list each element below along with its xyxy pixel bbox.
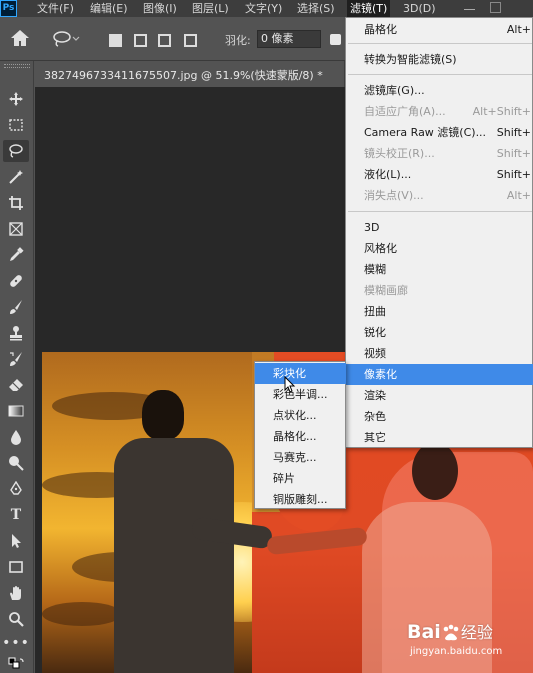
filter-item-sharpen[interactable]: 锐化 bbox=[346, 322, 533, 343]
history-brush-icon[interactable] bbox=[3, 348, 29, 370]
filter-item-pixelate[interactable]: 像素化 bbox=[346, 364, 533, 385]
filter-item-camera-raw[interactable]: Camera Raw 滤镜(C)... Shift+ bbox=[346, 122, 533, 143]
filter-item-stylize[interactable]: 风格化 bbox=[346, 238, 533, 259]
filter-item-liquify[interactable]: 液化(L)... Shift+ bbox=[346, 164, 533, 185]
submenu-item-facet[interactable]: 彩块化 bbox=[255, 363, 346, 384]
feather-input[interactable]: 0 像素 bbox=[257, 30, 321, 48]
filter-item-adaptive-wide-angle[interactable]: 自适应广角(A)... Alt+Shift+ bbox=[346, 101, 533, 122]
frame-tool-icon[interactable] bbox=[3, 218, 29, 240]
hand-tool-icon[interactable] bbox=[3, 582, 29, 604]
anti-alias-checkbox[interactable] bbox=[330, 34, 341, 45]
lasso-tool-icon[interactable] bbox=[3, 140, 29, 162]
color-swatches-icon[interactable] bbox=[3, 654, 29, 673]
submenu-item-mezzotint[interactable]: 铜版雕刻... bbox=[255, 489, 346, 510]
filter-item-video[interactable]: 视频 bbox=[346, 343, 533, 364]
clone-stamp-icon[interactable] bbox=[3, 322, 29, 344]
zoom-tool-icon[interactable] bbox=[3, 608, 29, 630]
menu-file[interactable]: 文件(F) bbox=[34, 0, 77, 17]
path-selection-icon[interactable] bbox=[3, 530, 29, 552]
submenu-item-color-halftone[interactable]: 彩色半调... bbox=[255, 384, 346, 405]
marquee-tool-icon[interactable] bbox=[3, 114, 29, 136]
add-to-selection-icon[interactable] bbox=[134, 34, 147, 47]
menu-layer[interactable]: 图层(L) bbox=[189, 0, 232, 17]
rectangle-tool-icon[interactable] bbox=[3, 556, 29, 578]
pixelate-submenu: 彩块化 彩色半调... 点状化... 晶格化... 马赛克... 碎片 铜版雕刻… bbox=[254, 361, 346, 509]
filter-item-blur[interactable]: 模糊 bbox=[346, 259, 533, 280]
filter-item-noise[interactable]: 杂色 bbox=[346, 406, 533, 427]
mouse-cursor-icon bbox=[284, 376, 296, 393]
brush-tool-icon[interactable] bbox=[3, 296, 29, 318]
filter-item-convert-smart[interactable]: 转换为智能滤镜(S) bbox=[346, 49, 533, 70]
home-icon[interactable] bbox=[10, 29, 30, 50]
filter-item-blur-gallery[interactable]: 模糊画廊 bbox=[346, 280, 533, 301]
menu-select[interactable]: 选择(S) bbox=[294, 0, 338, 17]
dodge-tool-icon[interactable] bbox=[3, 452, 29, 474]
watermark-brand: Bai bbox=[407, 621, 441, 643]
feather-label: 羽化: bbox=[225, 34, 251, 47]
menu-separator bbox=[348, 211, 532, 212]
document-tab-title: 3827496733411675507.jpg @ 51.9%(快速蒙版/8) … bbox=[44, 69, 323, 82]
healing-brush-icon[interactable] bbox=[3, 270, 29, 292]
move-tool-icon[interactable] bbox=[3, 88, 29, 110]
watermark-url: jingyan.baidu.com bbox=[410, 646, 503, 657]
menu-bar: Ps 文件(F) 编辑(E) 图像(I) 图层(L) 文字(Y) 选择(S) 滤… bbox=[0, 0, 533, 17]
groom-body bbox=[114, 438, 234, 673]
filter-item-3d[interactable]: 3D bbox=[346, 217, 533, 238]
filter-item-crystallize-last[interactable]: 晶格化 Alt+ bbox=[346, 19, 533, 40]
watermark-suffix: 经验 bbox=[460, 623, 493, 642]
lasso-preset-icon[interactable] bbox=[52, 30, 80, 51]
minimize-icon[interactable] bbox=[464, 2, 475, 10]
cloud bbox=[42, 602, 122, 626]
new-selection-icon[interactable] bbox=[109, 34, 122, 47]
crop-tool-icon[interactable] bbox=[3, 192, 29, 214]
filter-item-distort[interactable]: 扭曲 bbox=[346, 301, 533, 322]
submenu-item-pointillize[interactable]: 点状化... bbox=[255, 405, 346, 426]
gradient-tool-icon[interactable] bbox=[3, 400, 29, 422]
type-tool-icon[interactable]: T bbox=[3, 504, 29, 526]
menu-3d[interactable]: 3D(D) bbox=[400, 0, 439, 17]
menu-type[interactable]: 文字(Y) bbox=[242, 0, 285, 17]
more-tools-icon[interactable]: ••• bbox=[2, 632, 29, 654]
submenu-item-fragment[interactable]: 碎片 bbox=[255, 468, 346, 489]
submenu-item-mosaic[interactable]: 马赛克... bbox=[255, 447, 346, 468]
pen-tool-icon[interactable] bbox=[3, 478, 29, 500]
blur-tool-icon[interactable] bbox=[3, 426, 29, 448]
menu-image[interactable]: 图像(I) bbox=[140, 0, 180, 17]
intersect-selection-icon[interactable] bbox=[184, 34, 197, 47]
bride-head bbox=[412, 442, 458, 500]
groom-head bbox=[142, 390, 184, 440]
filter-item-lens-correction[interactable]: 镜头校正(R)... Shift+ bbox=[346, 143, 533, 164]
window-controls bbox=[446, 0, 533, 17]
filter-item-vanishing-point[interactable]: 消失点(V)... Alt+ bbox=[346, 185, 533, 206]
eraser-icon[interactable] bbox=[3, 374, 29, 396]
tools-panel: T ••• bbox=[0, 61, 34, 673]
panel-grip[interactable] bbox=[4, 64, 30, 68]
eyedropper-icon[interactable] bbox=[3, 244, 29, 266]
maximize-icon[interactable] bbox=[490, 2, 501, 13]
baidu-watermark: Bai 经验 bbox=[407, 619, 493, 643]
menu-edit[interactable]: 编辑(E) bbox=[87, 0, 131, 17]
filter-menu-dropdown: 晶格化 Alt+ 转换为智能滤镜(S) 滤镜库(G)... 自适应广角(A)...… bbox=[345, 17, 533, 448]
menu-filter[interactable]: 滤镜(T) bbox=[347, 0, 391, 17]
filter-item-other[interactable]: 其它 bbox=[346, 427, 533, 448]
document-tab[interactable]: 3827496733411675507.jpg @ 51.9%(快速蒙版/8) … bbox=[35, 61, 345, 87]
menu-separator bbox=[348, 43, 532, 44]
magic-wand-icon[interactable] bbox=[3, 166, 29, 188]
submenu-item-crystallize[interactable]: 晶格化... bbox=[255, 426, 346, 447]
menu-separator bbox=[348, 74, 532, 75]
baidu-paw-icon bbox=[443, 624, 459, 640]
subtract-selection-icon[interactable] bbox=[158, 34, 171, 47]
filter-item-render[interactable]: 渲染 bbox=[346, 385, 533, 406]
photoshop-logo: Ps bbox=[0, 0, 17, 17]
filter-item-gallery[interactable]: 滤镜库(G)... bbox=[346, 80, 533, 101]
